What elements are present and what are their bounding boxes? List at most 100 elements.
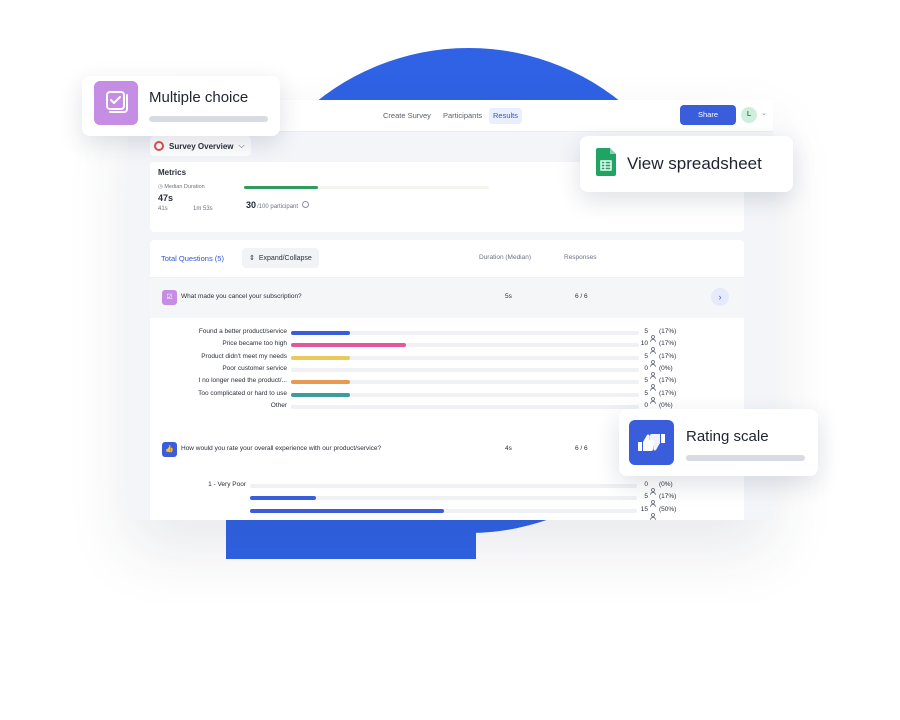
multiple-choice-card: Multiple choice <box>82 76 280 136</box>
info-icon[interactable] <box>302 201 310 208</box>
answer-bar-fill <box>250 496 316 501</box>
answer-row: 5 (17%) <box>150 492 744 508</box>
median-duration-value: 47s <box>158 193 174 203</box>
answer-bar-track <box>291 392 639 397</box>
duration-range-min: 41s <box>158 206 168 212</box>
rating-scale-title: Rating scale <box>686 428 769 445</box>
answer-bar-fill <box>291 392 351 397</box>
placeholder-bar <box>149 116 268 122</box>
answer-bar-track <box>291 380 639 385</box>
answer-count: 5 <box>644 377 648 385</box>
person-icon <box>650 341 656 355</box>
multiple-choice-icon <box>94 81 138 125</box>
answer-count: 5 <box>644 493 648 501</box>
question-responses: 6 / 6 <box>575 445 588 452</box>
person-icon <box>650 482 656 495</box>
view-spreadsheet-card[interactable]: View spreadsheet <box>580 136 793 192</box>
answer-label: Product didn't meet my needs <box>201 352 287 360</box>
column-header-duration: Duration (Median) <box>479 254 532 261</box>
multiple-choice-icon: ☑ <box>162 290 177 305</box>
median-duration-label: ◷ Median Duration <box>158 184 205 190</box>
answer-label: 1 - Very Poor <box>208 481 246 488</box>
participant-count-suffix: /100 participant <box>257 204 299 210</box>
questions-header: Total Questions (5) ⇕ Expand/Collapse Du… <box>150 240 744 278</box>
rating-scale-card: Rating scale <box>619 409 818 476</box>
answer-label: Poor customer service <box>222 364 287 372</box>
question-responses: 6 / 6 <box>575 293 588 300</box>
person-icon <box>650 354 656 367</box>
multiple-choice-title: Multiple choice <box>149 89 249 106</box>
answer-bar-fill <box>250 508 444 513</box>
answer-count: 0 <box>644 401 648 409</box>
answer-bar-fill <box>291 343 406 348</box>
answer-bar-track <box>250 484 637 488</box>
answer-count: 5 <box>644 328 648 335</box>
participant-count-value: 30 <box>246 200 257 210</box>
total-questions-label[interactable]: Total Questions (5) <box>161 254 224 263</box>
questions-card: Total Questions (5) ⇕ Expand/Collapse Du… <box>150 240 744 520</box>
answer-count: 5 <box>644 352 648 360</box>
placeholder-bar <box>686 455 805 461</box>
answer-row: Product didn't meet my needs 5 (17%) <box>150 352 744 367</box>
answer-label: I no longer need the product/... <box>198 377 287 385</box>
question-duration: 4s <box>505 445 512 452</box>
answer-row: Price became too high 10 (17%) <box>150 339 744 355</box>
answer-row: Found a better product/service 5 (17%) <box>150 327 744 342</box>
answer-label: Price became too high <box>222 340 287 348</box>
question-row[interactable]: ☑ What made you cancel your subscription… <box>150 278 744 318</box>
person-icon <box>650 366 656 379</box>
person-icon <box>650 329 656 342</box>
person-icon <box>650 507 656 520</box>
answer-percentage: (17%) <box>659 389 677 397</box>
chevron-down-icon[interactable]: ⌄ <box>761 109 767 117</box>
answer-percentage: (17%) <box>659 493 677 501</box>
answer-count: 15 <box>640 505 648 513</box>
spreadsheet-icon <box>596 148 616 176</box>
question-text: What made you cancel your subscription? <box>181 293 302 300</box>
tab-results[interactable]: Results <box>489 108 523 124</box>
tab-participants[interactable]: Participants <box>439 108 486 124</box>
answer-row: I no longer need the product/... 5 (17%) <box>150 376 744 392</box>
answer-row: Too complicated or hard to use 5 (17%) <box>150 389 744 404</box>
answer-percentage: (0%) <box>659 481 673 488</box>
answer-bar-track <box>291 355 639 360</box>
answer-count: 0 <box>644 364 648 372</box>
answer-bar-track <box>250 508 637 513</box>
rating-icon: 👍 <box>162 442 177 457</box>
person-icon <box>650 378 656 392</box>
question-duration: 5s <box>505 293 512 300</box>
thumbs-up-down-icon <box>629 420 674 465</box>
person-icon <box>650 391 656 404</box>
answer-bar-track <box>291 367 639 372</box>
answer-row: 15 (50%) <box>150 505 744 520</box>
answer-percentage: (17%) <box>659 352 677 360</box>
answer-percentage: (0%) <box>659 401 673 409</box>
expand-collapse-label: Expand/Collapse <box>258 254 312 262</box>
answer-count: 10 <box>640 340 648 348</box>
target-icon <box>154 141 164 151</box>
answer-label: Found a better product/service <box>198 328 287 335</box>
clock-icon: ◷ <box>158 184 163 190</box>
column-header-responses: Responses <box>564 254 597 261</box>
tab-create-survey[interactable]: Create Survey <box>379 108 435 124</box>
participant-progress-track <box>244 186 489 189</box>
expand-collapse-icon: ⇕ <box>249 255 255 262</box>
share-button[interactable]: Share <box>680 105 736 125</box>
answer-bar-fill <box>291 380 351 385</box>
survey-overview-selector[interactable]: Survey Overview ⌵ <box>150 136 251 156</box>
answer-percentage: (17%) <box>659 328 677 335</box>
answer-bar-fill <box>291 355 351 360</box>
answer-bar-track <box>291 404 639 409</box>
answer-bar-track <box>291 343 639 348</box>
answer-bar-track <box>291 331 639 335</box>
view-spreadsheet-label: View spreadsheet <box>627 154 762 173</box>
chevron-down-icon: ⌵ <box>238 141 245 150</box>
answer-bar-fill <box>291 331 351 335</box>
answer-count: 0 <box>644 481 648 488</box>
answer-row: Poor customer service 0 (0%) <box>150 364 744 379</box>
expand-collapse-button[interactable]: ⇕ Expand/Collapse <box>242 248 319 268</box>
median-duration-text: Median Duration <box>164 184 205 190</box>
chevron-right-icon[interactable]: › <box>711 288 729 306</box>
answer-percentage: (17%) <box>659 340 677 348</box>
avatar[interactable]: L <box>741 107 757 123</box>
